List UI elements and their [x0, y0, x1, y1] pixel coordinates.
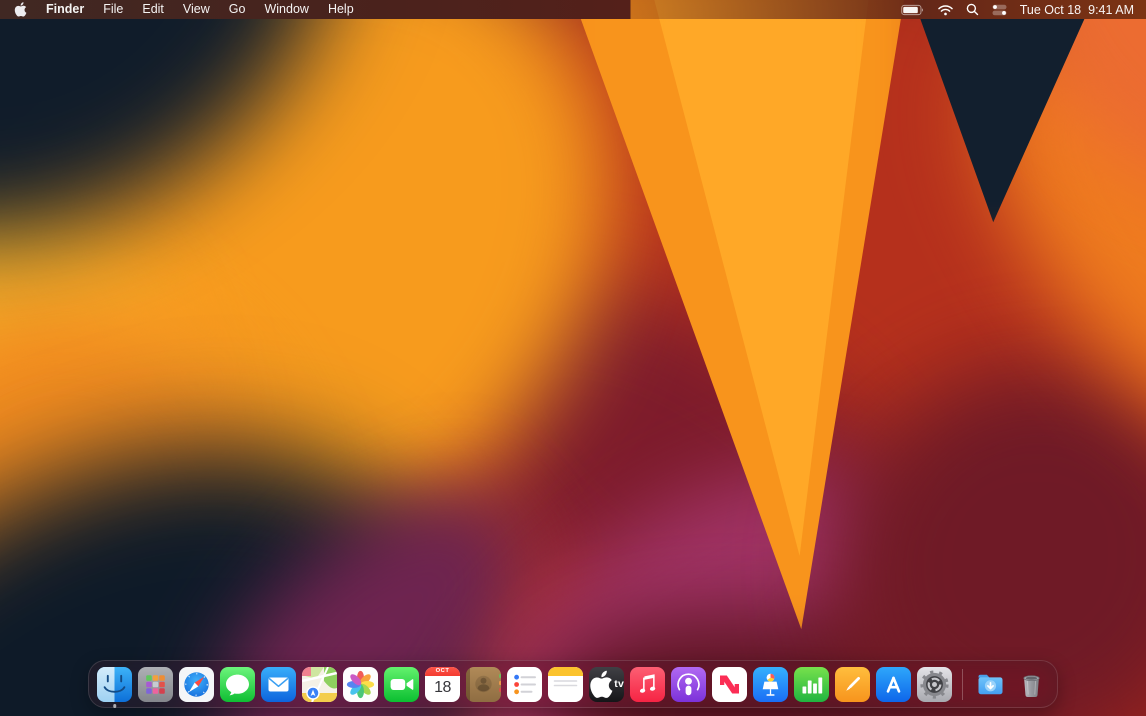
wallpaper-petal — [0, 317, 557, 716]
menu-date: Tue Oct 18 — [1019, 2, 1082, 17]
dock-icon-finder[interactable] — [97, 666, 132, 708]
menu-clock[interactable]: Tue Oct 18 9:41 AM — [1020, 3, 1134, 17]
dock: OCT 18 tv — [88, 660, 1058, 708]
dock-icon-tv[interactable]: tv — [589, 666, 624, 702]
dock-icon-music[interactable] — [630, 666, 665, 702]
wallpaper-petal — [0, 0, 438, 346]
spotlight-icon[interactable] — [966, 3, 979, 16]
wallpaper-petal — [649, 0, 871, 556]
dock-icon-maps[interactable] — [302, 666, 337, 702]
dock-icon-trash[interactable] — [1014, 667, 1049, 702]
dock-icon-calendar[interactable]: OCT 18 — [425, 666, 460, 702]
menu-help[interactable]: Help — [328, 0, 354, 19]
desktop-wallpaper[interactable] — [0, 0, 1146, 716]
wallpaper-petal — [936, 0, 1146, 278]
dock-icon-downloads[interactable] — [973, 667, 1008, 702]
wallpaper-petal — [754, 284, 1146, 716]
calendar-day: 18 — [434, 679, 451, 697]
tv-label: tv — [614, 678, 624, 690]
apple-glyph — [590, 670, 613, 698]
wallpaper-petal — [899, 0, 1111, 223]
dock-icon-system-settings[interactable] — [917, 666, 952, 702]
wifi-icon[interactable] — [937, 4, 953, 16]
menu-go[interactable]: Go — [229, 0, 246, 19]
dock-icon-contacts[interactable] — [466, 666, 501, 702]
wallpaper-petal — [364, 196, 996, 716]
dock-icon-messages[interactable] — [220, 666, 255, 702]
menu-app-name[interactable]: Finder — [46, 0, 84, 19]
battery-icon[interactable] — [901, 4, 925, 16]
menu-view[interactable]: View — [183, 0, 210, 19]
running-indicator — [112, 704, 117, 708]
dock-icon-news[interactable] — [712, 666, 747, 702]
wallpaper-petal — [913, 0, 1146, 523]
apple-menu-icon[interactable] — [14, 2, 27, 17]
menu-file[interactable]: File — [103, 0, 123, 19]
dock-icon-mail[interactable] — [261, 666, 296, 702]
dock-icon-safari[interactable] — [179, 666, 214, 702]
dock-icon-pages[interactable] — [835, 666, 870, 702]
dock-icon-photos[interactable] — [343, 666, 378, 702]
dock-icon-notes[interactable] — [548, 666, 583, 702]
dock-divider — [962, 668, 963, 700]
menu-edit[interactable]: Edit — [142, 0, 164, 19]
wallpaper-petal — [559, 0, 911, 630]
menu-window[interactable]: Window — [264, 0, 308, 19]
dock-icon-podcasts[interactable] — [671, 666, 706, 702]
dock-icon-keynote[interactable] — [753, 666, 788, 702]
desktop: Finder File Edit View Go Window Help Tue… — [0, 0, 1146, 716]
dock-icon-numbers[interactable] — [794, 666, 829, 702]
dock-icon-facetime[interactable] — [384, 666, 419, 702]
wallpaper-petal — [0, 210, 370, 716]
wallpaper-petal — [0, 0, 745, 716]
menu-time: 9:41 AM — [1088, 2, 1134, 17]
dock-icon-app-store[interactable] — [876, 666, 911, 702]
menu-bar: Finder File Edit View Go Window Help Tue… — [0, 0, 1146, 19]
menu-bar-status: Tue Oct 18 9:41 AM — [901, 3, 1134, 17]
wallpaper-petal — [280, 0, 1146, 716]
menu-bar-left: Finder File Edit View Go Window Help — [14, 0, 354, 19]
dock-icon-reminders[interactable] — [507, 666, 542, 702]
calendar-month: OCT — [425, 666, 460, 676]
wallpaper-petal — [0, 102, 244, 668]
control-center-icon[interactable] — [992, 4, 1007, 16]
dock-icon-launchpad[interactable] — [138, 666, 173, 702]
